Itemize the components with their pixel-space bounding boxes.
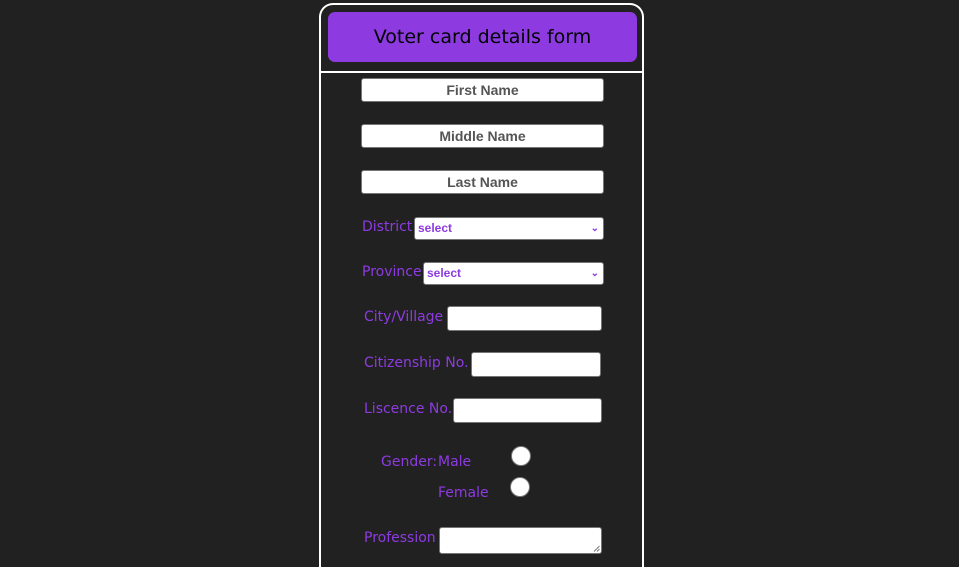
citizenship-label: Citizenship No. [364,355,469,371]
profession-label: Profession [364,530,436,546]
resize-grip-icon[interactable] [593,545,600,552]
page: Voter card details form District select … [0,0,959,567]
profession-textarea[interactable] [439,527,602,554]
citizenship-input[interactable] [471,352,601,377]
middle-name-input[interactable] [361,124,604,148]
chevron-down-icon: ⌄ [590,223,599,234]
city-village-label: City/Village [364,309,444,325]
male-label: Male [438,454,472,470]
province-select-value: select [427,266,462,280]
licence-label: Liscence No. [364,401,453,417]
district-label: District [362,219,413,235]
chevron-down-icon: ⌄ [590,268,599,279]
gender-label: Gender: [381,454,438,470]
female-radio[interactable] [510,477,530,497]
district-select[interactable]: select ⌄ [414,217,604,240]
form-title: Voter card details form [328,12,637,62]
licence-input[interactable] [453,398,602,423]
city-village-input[interactable] [447,306,602,331]
province-select[interactable]: select ⌄ [423,262,604,285]
district-select-value: select [418,221,453,235]
first-name-input[interactable] [361,78,604,102]
female-label: Female [438,485,489,501]
title-divider [321,71,642,73]
male-radio[interactable] [511,446,531,466]
province-label: Province [362,264,422,280]
last-name-input[interactable] [361,170,604,194]
